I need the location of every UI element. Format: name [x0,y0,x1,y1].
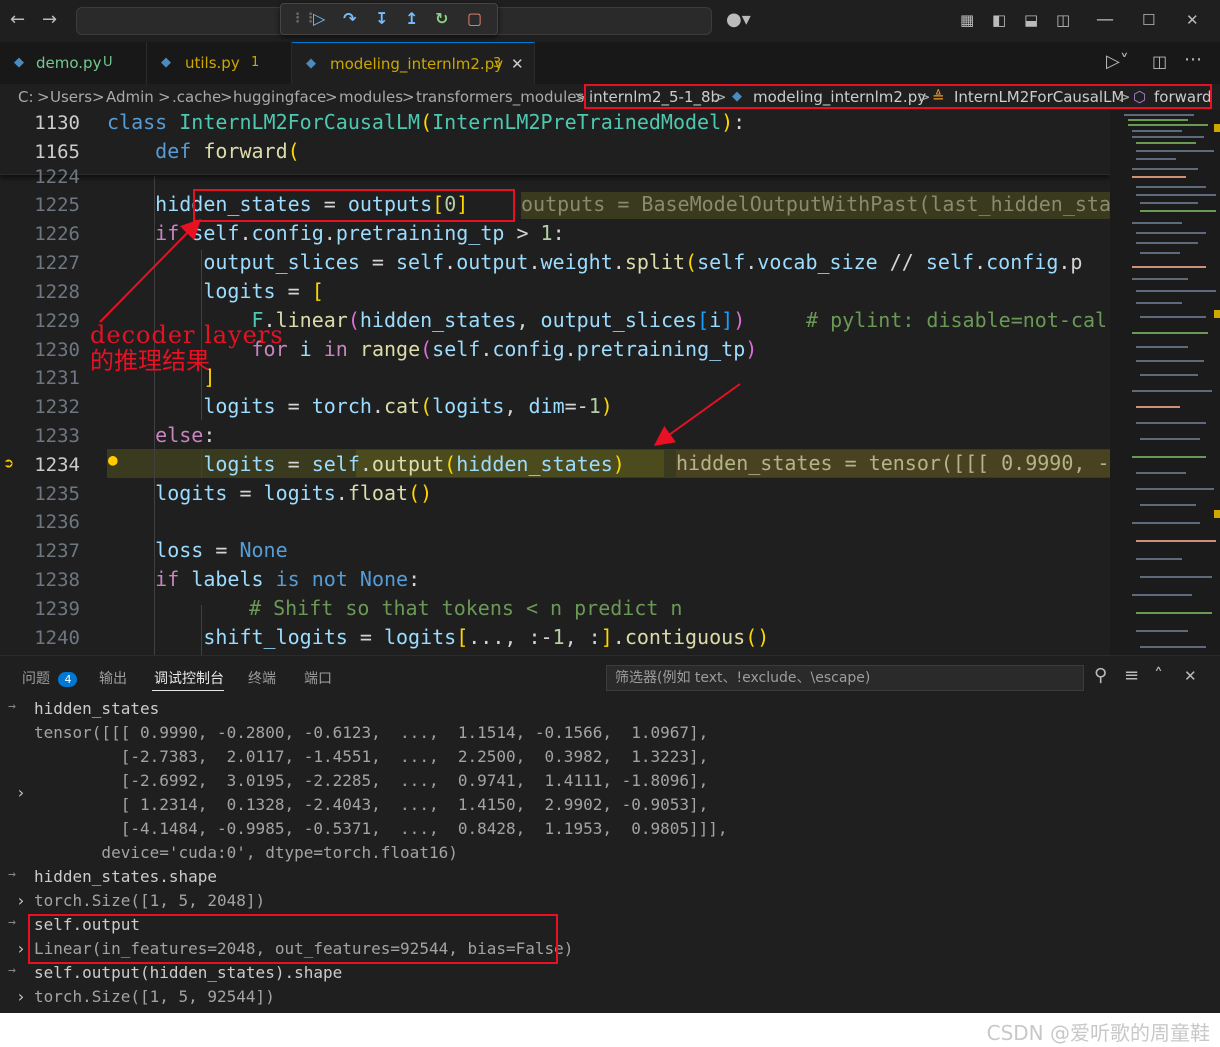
console-output: torch.Size([1, 5, 92544]) [34,987,275,1006]
bottom-panel: 问题 4 输出 调试控制台 终端 端口 筛选器(例如 text、!exclude… [0,655,1220,1014]
self-output-highlight-box [28,914,558,964]
console-output: [-2.6992, 3.0195, -2.2285, ..., 0.9741, … [34,771,709,790]
maximize-panel-icon[interactable]: ˄ [1154,666,1163,686]
watermark: CSDN @爱听歌的周童鞋 [986,1021,1210,1045]
expand-chevron-icon[interactable]: › [16,891,26,910]
expand-chevron-icon[interactable]: › [16,939,26,958]
search-icon[interactable]: ⚲ [1094,666,1107,686]
expand-chevron-icon[interactable]: › [16,987,26,1006]
problems-count-badge: 4 [58,672,78,687]
close-panel-icon[interactable]: ✕ [1184,666,1197,686]
panel-tab-problems[interactable]: 问题 4 [22,668,78,688]
console-input: hidden_states.shape [34,867,218,886]
image-footer: CSDN @爱听歌的周童鞋 [0,1013,1220,1047]
expand-chevron-icon[interactable]: › [16,783,26,802]
console-output: [ 1.2314, 0.1328, -2.4043, ..., 1.4150, … [34,795,709,814]
panel-tab-terminal[interactable]: 终端 [248,668,276,688]
console-output: device='cuda:0', dtype=torch.float16) [34,843,458,862]
input-marker-icon: → [8,699,16,714]
panel-tab-debug-console[interactable]: 调试控制台 [154,668,224,688]
console-input: self.output(hidden_states).shape [34,963,343,982]
input-marker-icon: → [8,915,16,930]
console-output: [-4.1484, -0.9985, -0.5371, ..., 0.8428,… [34,819,728,838]
input-marker-icon: → [8,963,16,978]
clear-console-icon[interactable]: ≡ [1124,666,1139,686]
panel-tab-ports[interactable]: 端口 [304,668,332,688]
panel-tab-output[interactable]: 输出 [99,668,127,688]
console-output: [-2.7383, 2.0117, -1.4551, ..., 2.2500, … [34,747,709,766]
console-output: tensor([[[ 0.9990, -0.2800, -0.6123, ...… [34,723,709,742]
console-input: hidden_states [34,699,160,718]
console-output: torch.Size([1, 5, 2048]) [34,891,266,910]
active-tab-indicator [152,690,224,691]
console-filter-input[interactable]: 筛选器(例如 text、!exclude、\escape) [606,665,1084,691]
panel-tab-label: 问题 [22,671,50,687]
input-marker-icon: → [8,867,16,882]
